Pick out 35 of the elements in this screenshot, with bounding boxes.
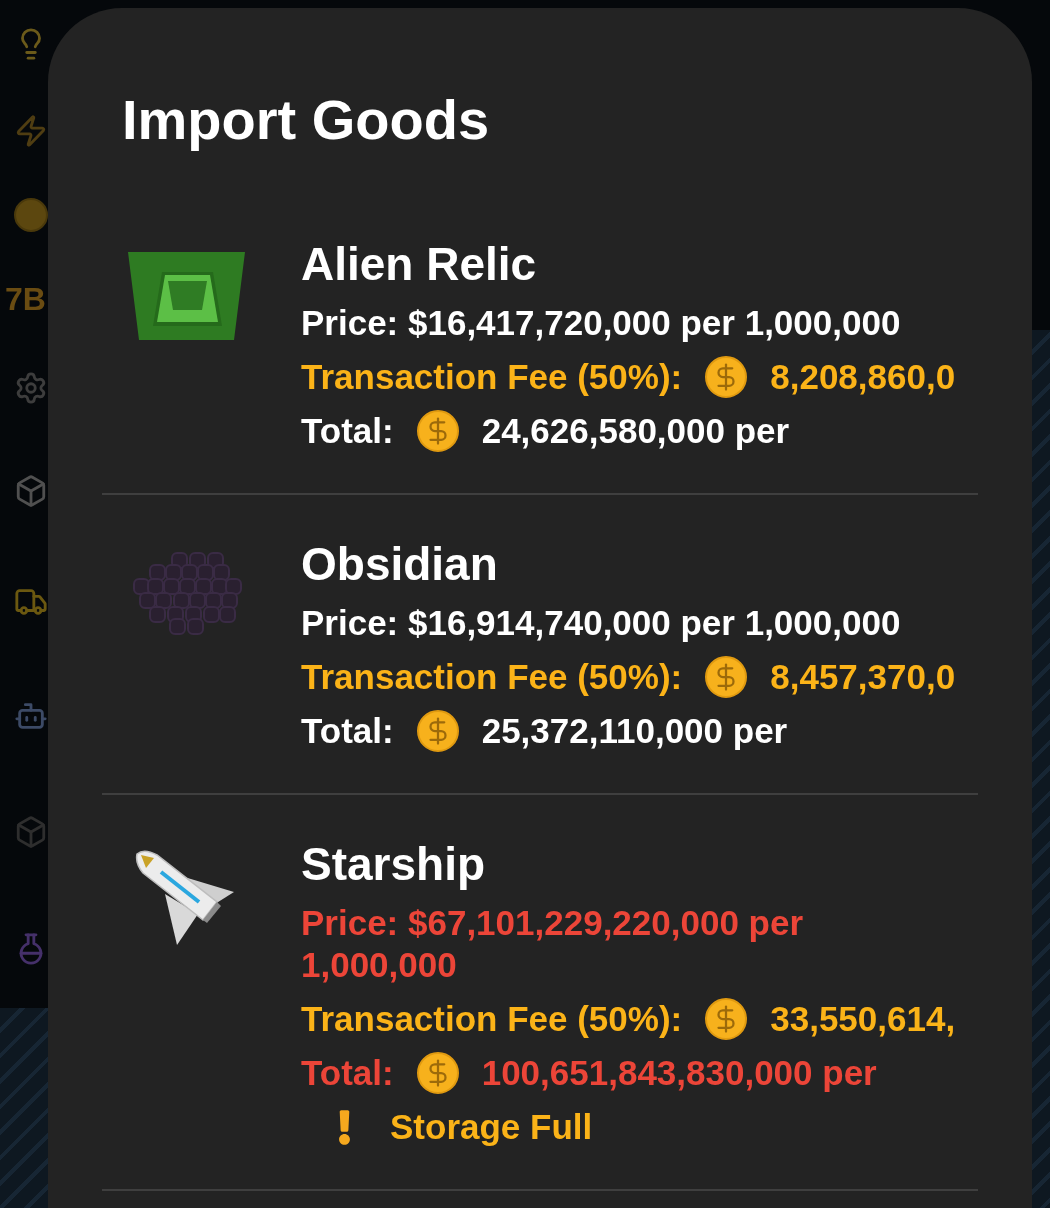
warning-text: Storage Full <box>390 1106 593 1148</box>
rock-cluster-icon <box>130 551 243 635</box>
coin-icon <box>416 1052 459 1094</box>
total-label: Total: <box>301 710 394 752</box>
total-amount: 24,626,580,000 per <box>481 410 790 452</box>
fee-label: Transaction Fee (50%): <box>301 998 683 1040</box>
dialog-title: Import Goods <box>121 88 491 152</box>
total-amount: 100,651,843,830,000 per <box>481 1052 877 1094</box>
coin-icon <box>705 998 748 1040</box>
goods-name: Alien Relic <box>301 238 538 290</box>
fee-amount: 8,208,860,0 <box>770 356 956 398</box>
total-label: Total: <box>301 410 394 452</box>
coin-icon <box>416 710 459 752</box>
goods-name: Starship <box>301 838 487 890</box>
coin-icon <box>705 356 748 398</box>
total-label: Total: <box>301 1052 394 1094</box>
coin-icon <box>14 198 48 232</box>
warning-icon <box>338 1109 351 1145</box>
coin-icon <box>416 410 459 452</box>
crate-icon <box>14 474 48 508</box>
price-text: Price: $16,914,740,000 per 1,000,000 <box>301 602 902 644</box>
fee-amount: 8,457,370,0 <box>770 656 956 698</box>
gear-icon <box>14 371 48 405</box>
price-text: Price: $16,417,720,000 per 1,000,000 <box>301 302 902 344</box>
fee-label: Transaction Fee (50%): <box>301 656 683 698</box>
coin-icon <box>705 656 748 698</box>
fee-amount: 33,550,614, <box>770 998 956 1040</box>
fee-label: Transaction Fee (50%): <box>301 356 683 398</box>
price-text: Price: $67,101,229,220,000 per 1,000,000 <box>301 902 805 986</box>
hud-amount: 7B <box>5 280 46 317</box>
goods-name: Obsidian <box>301 538 499 590</box>
total-amount: 25,372,110,000 per <box>481 710 788 752</box>
lightning-icon <box>14 113 48 148</box>
crate-icon <box>14 814 48 849</box>
trapezoid-tile-icon <box>128 252 245 340</box>
